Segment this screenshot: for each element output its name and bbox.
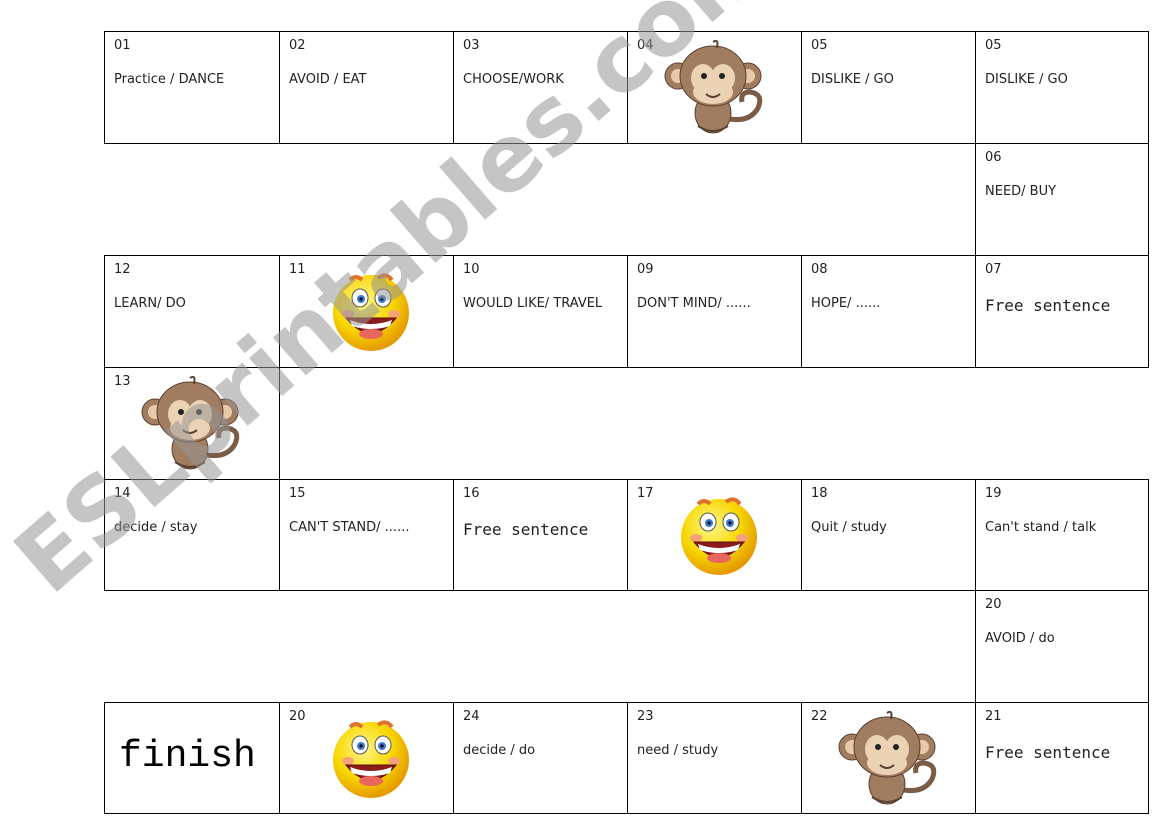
board-square: 17: [627, 479, 802, 591]
square-prompt: Quit / study: [811, 520, 887, 535]
board-square: 18 Quit / study: [801, 479, 976, 591]
square-prompt: decide / do: [463, 743, 536, 758]
square-prompt: CAN'T STAND/ ......: [289, 520, 410, 535]
board-square: 20: [279, 702, 454, 814]
square-prompt: need / study: [637, 743, 719, 758]
finish-label: finish: [119, 735, 256, 778]
board-square: 10 WOULD LIKE/ TRAVEL: [453, 255, 628, 368]
square-number: 03: [463, 38, 480, 53]
square-number: 10: [463, 262, 480, 277]
board-square: 21 Free sentence: [975, 702, 1149, 814]
board-square: 05 DISLIKE / GO: [975, 31, 1149, 144]
board-square: 22: [801, 702, 976, 814]
square-prompt: decide / stay: [114, 520, 198, 535]
square-number: 12: [114, 262, 131, 277]
finish-square: finish: [104, 702, 280, 814]
board-square: 19 Can't stand / talk: [975, 479, 1149, 591]
smiley-icon: [328, 715, 414, 805]
square-prompt: DON'T MIND/ ......: [637, 296, 751, 311]
square-number: 09: [637, 262, 654, 277]
board-square: 24 decide / do: [453, 702, 628, 814]
smiley-icon: [676, 492, 762, 582]
square-prompt: AVOID / EAT: [289, 72, 367, 87]
square-number: 08: [811, 262, 828, 277]
monkey-icon: [135, 374, 245, 478]
square-prompt: LEARN/ DO: [114, 296, 186, 311]
square-number: 22: [811, 709, 828, 724]
smiley-icon: [328, 268, 414, 358]
square-number: 19: [985, 486, 1002, 501]
board-square: 12 LEARN/ DO: [104, 255, 280, 368]
square-prompt: AVOID / do: [985, 631, 1055, 646]
square-number: 01: [114, 38, 131, 53]
square-number: 11: [289, 262, 306, 277]
board-square: 02 AVOID / EAT: [279, 31, 454, 144]
board-square: 08 HOPE/ ......: [801, 255, 976, 368]
board-square: 11: [279, 255, 454, 368]
square-number: 23: [637, 709, 654, 724]
square-number: 20: [985, 597, 1002, 612]
monkey-icon: [832, 709, 942, 813]
square-prompt: DISLIKE / GO: [985, 72, 1068, 87]
board-square: 05 DISLIKE / GO: [801, 31, 976, 144]
monkey-icon: [658, 38, 768, 142]
square-number: 02: [289, 38, 306, 53]
square-number: 15: [289, 486, 306, 501]
square-number: 04: [637, 38, 654, 53]
square-prompt: Practice / DANCE: [114, 72, 225, 87]
square-number: 20: [289, 709, 306, 724]
board-square: 09 DON'T MIND/ ......: [627, 255, 802, 368]
board-square: 20 AVOID / do: [975, 590, 1149, 703]
square-number: 16: [463, 486, 480, 501]
square-number: 14: [114, 486, 131, 501]
board-square: 16 Free sentence: [453, 479, 628, 591]
board-square: 15 CAN'T STAND/ ......: [279, 479, 454, 591]
square-prompt: Can't stand / talk: [985, 520, 1097, 535]
square-number: 17: [637, 486, 654, 501]
square-prompt: WOULD LIKE/ TRAVEL: [463, 296, 603, 311]
board-square: 01 Practice / DANCE: [104, 31, 280, 144]
board-square: 04: [627, 31, 802, 144]
board-square: 03 CHOOSE/WORK: [453, 31, 628, 144]
square-number: 24: [463, 709, 480, 724]
board-square: 14 decide / stay: [104, 479, 280, 591]
board-square: 06 NEED/ BUY: [975, 143, 1149, 256]
square-number: 18: [811, 486, 828, 501]
square-number: 13: [114, 374, 131, 389]
square-number: 05: [985, 38, 1002, 53]
square-prompt: HOPE/ ......: [811, 296, 881, 311]
square-number: 06: [985, 150, 1002, 165]
square-prompt: Free sentence: [985, 296, 1111, 315]
square-prompt: Free sentence: [985, 743, 1111, 762]
board-game-worksheet: 01 Practice / DANCE 02 AVOID / EAT 03 CHOOSE/…: [0, 0, 1169, 821]
square-number: 07: [985, 262, 1002, 277]
square-prompt: Free sentence: [463, 520, 589, 539]
square-number: 05: [811, 38, 828, 53]
square-prompt: CHOOSE/WORK: [463, 72, 564, 87]
square-prompt: NEED/ BUY: [985, 184, 1057, 199]
board-square: 13: [104, 367, 280, 480]
square-prompt: DISLIKE / GO: [811, 72, 894, 87]
square-number: 21: [985, 709, 1002, 724]
board-square: 23 need / study: [627, 702, 802, 814]
board-square: 07 Free sentence: [975, 255, 1149, 368]
